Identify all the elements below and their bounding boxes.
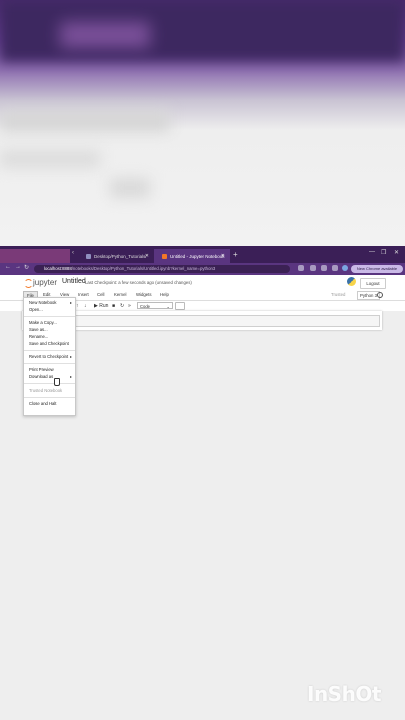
cell-type-select[interactable]: Code ⌄ bbox=[137, 302, 173, 309]
window-close-icon[interactable]: ✕ bbox=[394, 249, 399, 256]
menu-item-trusted-notebook: Trusted Notebook bbox=[29, 388, 63, 393]
menu-item-label: New Notebook bbox=[29, 300, 57, 305]
menu-divider bbox=[24, 383, 75, 384]
tab-label: Untitled - Jupyter Notebook bbox=[170, 253, 225, 259]
submenu-arrow-icon: ▸ bbox=[69, 374, 72, 379]
close-icon[interactable]: ✕ bbox=[221, 253, 225, 259]
tab-scroll-icon[interactable]: ‹ bbox=[72, 250, 74, 256]
back-icon[interactable]: ← bbox=[5, 264, 11, 270]
pinned-tab-area[interactable] bbox=[0, 249, 70, 263]
submenu-arrow-icon: ▸ bbox=[69, 300, 72, 305]
tab-directory[interactable]: Desktop/Python_Tutorials/ ✕ bbox=[78, 249, 154, 263]
checkpoint-status: Last Checkpoint: a few seconds ago (unsa… bbox=[85, 280, 192, 285]
menu-item-download-as[interactable]: Download as bbox=[29, 374, 53, 380]
move-down-icon[interactable]: ↓ bbox=[84, 302, 87, 310]
stop-icon[interactable]: ■ bbox=[112, 302, 115, 310]
url-host: localhost:8888 bbox=[44, 266, 72, 271]
blur-band bbox=[0, 110, 170, 132]
blur-band bbox=[60, 22, 150, 48]
menu-widgets[interactable]: Widgets bbox=[133, 291, 155, 299]
python-logo-icon bbox=[347, 277, 356, 286]
submenu-arrow-icon: ▸ bbox=[69, 354, 72, 359]
extension-icon[interactable] bbox=[321, 265, 327, 271]
profile-avatar[interactable] bbox=[342, 265, 348, 271]
kernel-status-icon bbox=[377, 292, 383, 298]
logout-button[interactable]: Logout bbox=[360, 278, 386, 289]
menu-help[interactable]: Help bbox=[157, 291, 172, 299]
forward-icon[interactable]: → bbox=[15, 264, 21, 270]
menu-item-open[interactable]: Open... bbox=[29, 307, 43, 313]
notebook-title[interactable]: Untitled bbox=[62, 278, 86, 285]
reload-icon[interactable]: ↻ bbox=[24, 264, 29, 271]
menu-divider bbox=[24, 316, 75, 317]
cell-type-value: Code bbox=[140, 304, 151, 309]
menu-item-revert[interactable]: Revert to Checkpoint bbox=[29, 354, 68, 360]
unsaved-text: (unsaved changes) bbox=[155, 280, 192, 285]
chevron-down-icon: ⌄ bbox=[166, 304, 170, 309]
blur-band bbox=[110, 178, 150, 198]
restart-icon[interactable]: ↻ bbox=[120, 302, 124, 310]
blur-band bbox=[0, 150, 100, 168]
run-label: Run bbox=[99, 303, 109, 309]
close-icon[interactable]: ✕ bbox=[145, 253, 149, 259]
tab-bar: ‹ Desktop/Python_Tutorials/ ✕ Untitled -… bbox=[0, 246, 405, 263]
keyboard-icon[interactable] bbox=[175, 302, 185, 310]
trusted-indicator[interactable]: Trusted bbox=[331, 291, 345, 299]
code-cell[interactable] bbox=[72, 315, 380, 327]
run-button[interactable]: ▶ Run bbox=[94, 302, 108, 310]
tab-notebook[interactable]: Untitled - Jupyter Notebook ✕ bbox=[154, 249, 230, 263]
file-menu-dropdown: New Notebook ▸ Open... Make a Copy... Sa… bbox=[23, 297, 76, 416]
move-up-icon[interactable]: ↑ bbox=[76, 302, 79, 310]
browser-window: ‹ Desktop/Python_Tutorials/ ✕ Untitled -… bbox=[0, 246, 405, 720]
menu-item-save-checkpoint[interactable]: Save and Checkpoint bbox=[29, 341, 69, 347]
menu-insert[interactable]: Insert bbox=[75, 291, 92, 299]
folder-icon bbox=[86, 253, 91, 259]
url-path: /notebooks/Desktop/Python_Tutorials/Unti… bbox=[71, 266, 216, 271]
menu-kernel[interactable]: Kernel bbox=[111, 291, 129, 299]
new-tab-icon[interactable]: + bbox=[233, 250, 238, 259]
jupyter-icon bbox=[162, 253, 167, 259]
restart-run-icon[interactable]: » bbox=[128, 302, 131, 310]
menu-divider bbox=[24, 363, 75, 364]
menu-item-rename[interactable]: Rename... bbox=[29, 334, 48, 340]
new-chrome-available-button[interactable]: New Chrome available bbox=[351, 265, 403, 273]
menu-item-make-copy[interactable]: Make a Copy... bbox=[29, 320, 57, 326]
star-icon[interactable] bbox=[310, 265, 316, 271]
jupyter-page: jupyter Untitled Last Checkpoint: a few … bbox=[0, 275, 405, 720]
share-icon[interactable] bbox=[298, 265, 304, 271]
watermark: InShOt bbox=[307, 682, 381, 706]
blurred-background-top bbox=[0, 0, 405, 246]
menu-item-save-as[interactable]: Save as... bbox=[29, 327, 48, 333]
menu-item-close-halt[interactable]: Close and Halt bbox=[29, 401, 56, 407]
menu-divider bbox=[24, 350, 75, 351]
url-field[interactable]: localhost:8888/notebooks/Desktop/Python_… bbox=[34, 265, 290, 273]
menu-cell[interactable]: Cell bbox=[94, 291, 107, 299]
jupyter-logo-icon[interactable] bbox=[24, 279, 33, 288]
mouse-cursor-icon bbox=[54, 378, 60, 386]
checkpoint-text: Last Checkpoint: a few seconds ago bbox=[85, 280, 155, 285]
maximize-icon[interactable]: ❐ bbox=[381, 249, 386, 256]
jupyter-header: jupyter Untitled Last Checkpoint: a few … bbox=[0, 275, 405, 301]
menu-item-new-notebook[interactable]: New Notebook bbox=[29, 300, 56, 306]
sidebar-icon[interactable] bbox=[332, 265, 338, 271]
address-bar: ← → ↻ localhost:8888/notebooks/Desktop/P… bbox=[0, 263, 405, 275]
tab-label: Desktop/Python_Tutorials/ bbox=[94, 253, 147, 259]
minimize-icon[interactable]: — bbox=[369, 249, 375, 255]
menu-divider bbox=[24, 397, 75, 398]
menu-item-print-preview[interactable]: Print Preview bbox=[29, 367, 54, 373]
notebook-container bbox=[22, 311, 382, 330]
jupyter-logo-text[interactable]: jupyter bbox=[33, 278, 57, 287]
